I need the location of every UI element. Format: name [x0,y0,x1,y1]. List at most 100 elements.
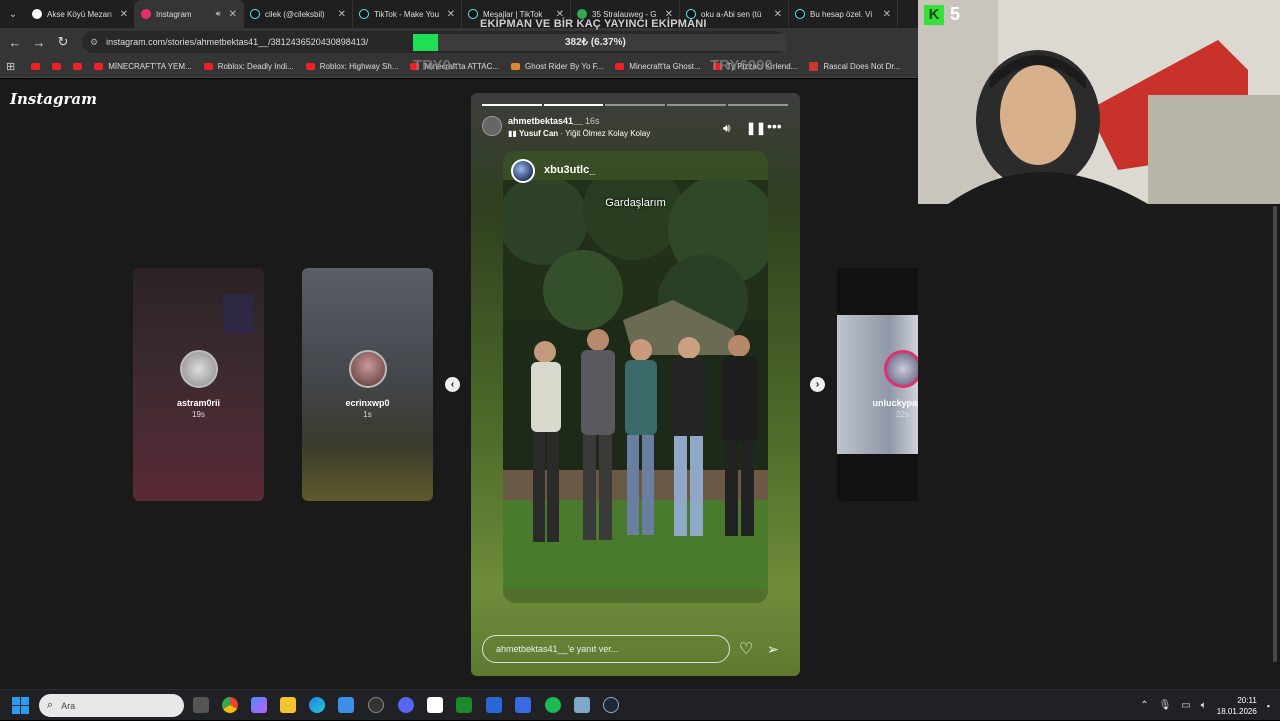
app-icon[interactable] [486,697,502,713]
bookmark-2[interactable] [67,63,88,70]
goal-max-label: TRY6000 [710,57,773,74]
clock[interactable]: 20:11 18.01.2026 [1217,695,1257,717]
bookmark-7[interactable]: Ghost Rider By Yo F... [505,62,609,71]
tab-close-icon[interactable]: ✕ [338,9,346,20]
bookmarks-container: MİNECRAFT'TA YEM... Roblox: Deadly Indi..… [25,62,906,71]
tab-close-icon[interactable]: ✕ [447,9,455,20]
tray-overflow-icon[interactable]: ⌃ [1140,700,1148,711]
pause-icon[interactable]: ❚❚ [746,121,766,135]
tab-label: Bu hesap özel. Vi [810,9,873,19]
copilot-icon[interactable] [251,697,267,713]
more-options-icon[interactable]: ••• [767,118,782,134]
bookmark-3[interactable]: MİNECRAFT'TA YEM... [88,62,197,71]
notifications-icon[interactable]: ▪ [1267,701,1270,711]
obs-icon[interactable] [368,697,384,713]
site-info-icon[interactable]: ⚙ [90,37,98,48]
youtube-icon [31,63,41,70]
story-preview-left-2[interactable]: ecrinxwp0 1s [302,268,433,501]
post-caption: Gardaşlarım [605,197,666,209]
tab-3[interactable]: TikTok - Make You ✕ [353,0,462,28]
bookmark-5[interactable]: Roblox: Highway Sh... [300,62,405,71]
search-icon: ⌕ [47,699,54,711]
tab-close-icon[interactable]: ✕ [120,9,128,20]
bookmark-label: Roblox: Highway Sh... [319,62,399,71]
music-artist: Yusuf Can [519,129,559,138]
story-time: 16s [585,116,600,126]
bookmark-label: Rascal Does Not Dr... [823,62,901,71]
volume-icon[interactable]: 🔊︎ [723,121,731,136]
bookmark-8[interactable]: Minecraft'ta Ghost... [609,62,706,71]
store-icon[interactable] [338,697,354,713]
apps-grid-icon[interactable]: ⊞ [6,60,15,73]
youtube-icon [203,63,213,70]
next-story-button[interactable]: › [810,377,825,392]
tabs-container: Akse Köyü Mezarı ✕ Instagram 🔊︎ ✕ cilek (@cil… [26,0,898,28]
steam-icon[interactable] [603,697,619,713]
instagram-icon [141,9,151,19]
story-owner-username[interactable]: ahmetbektas41__ [508,116,583,126]
bookmark-4[interactable]: Roblox: Deadly Indi... [198,62,300,71]
tab-search-menu-icon[interactable]: ⌄ [0,0,26,28]
tab-0[interactable]: Akse Köyü Mezarı ✕ [26,0,135,28]
viewer-count-badge: K 5 [924,4,960,25]
reload-icon[interactable]: ↻ [51,28,75,56]
google-icon [32,9,42,19]
bookmarks-bar: ⊞ MİNECRAFT'TA YEM... Roblox: Deadly Indi… [0,56,918,78]
tab-label: cilek (@cileksbil) [265,9,325,19]
avatar [180,350,218,388]
current-story[interactable]: ahmetbektas41__ 16s ▮▮ Yusuf Can · Yiğit… [471,93,800,676]
file-explorer-icon[interactable] [280,697,296,713]
tab-close-icon[interactable]: ✕ [883,9,891,20]
bookmark-0[interactable] [25,63,46,70]
bookmark-1[interactable] [46,63,67,70]
capcut-icon[interactable] [427,697,443,713]
spotify-icon[interactable] [545,697,561,713]
back-icon[interactable]: ← [3,28,27,56]
youtube-icon [73,63,83,70]
task-view-icon[interactable] [193,697,209,713]
taskbar-search-box[interactable]: ⌕ Ara [39,694,184,717]
bookmark-label: Roblox: Deadly Indi... [217,62,294,71]
tab-7[interactable]: Bu hesap özel. Vi ✕ [789,0,898,28]
goal-min-label: TRY0 [413,57,451,74]
forward-icon[interactable]: → [27,28,51,56]
like-heart-icon[interactable]: ♡ [739,639,753,659]
discord-icon[interactable] [398,697,414,713]
vpn-icon[interactable] [515,697,531,713]
tab-close-icon[interactable]: ✕ [229,9,237,20]
post-author-avatar[interactable] [511,159,535,183]
previous-story-button[interactable]: ‹ [445,377,460,392]
windows-start-icon[interactable] [12,697,29,714]
xbox-icon[interactable] [456,697,472,713]
story-segment [543,104,604,106]
chrome-icon[interactable] [222,697,238,713]
story-username: astram0rii [176,398,221,408]
youtube-icon [94,63,104,70]
avatar [349,350,387,388]
story-preview-left-1[interactable]: astram0rii 19s [133,268,264,501]
story-time: 19s [192,410,205,419]
kick-logo-icon: K [924,4,944,25]
tab-close-icon[interactable]: ✕ [774,9,782,20]
scrollbar-thumb[interactable] [1273,206,1277,662]
story-owner-avatar[interactable] [482,116,502,136]
post-author-username[interactable]: xbu3utlc_ [544,164,595,176]
browser-tab-strip: ⌄ Akse Köyü Mezarı ✕ Instagram 🔊︎ ✕ cilek (@c… [0,0,918,28]
tab-2[interactable]: cilek (@cileksbil) ✕ [244,0,353,28]
network-icon[interactable]: ▭ [1181,700,1190,711]
instagram-logo[interactable]: Instagram [10,90,97,108]
volume-tray-icon[interactable]: 🔈︎ [1201,700,1207,711]
tab-1[interactable]: Instagram 🔊︎ ✕ [135,0,244,28]
youtube-icon [305,63,315,70]
bookmark-label: MİNECRAFT'TA YEM... [108,62,192,71]
send-share-icon[interactable]: ➢ [767,641,779,658]
story-music[interactable]: ▮▮ Yusuf Can · Yiğit Ölmez Kolay Kolay [508,129,650,138]
page-background-right [918,204,1280,689]
shared-post-card[interactable]: xbu3utlc_ Gardaşlarım [503,151,768,603]
reply-input[interactable]: ahmetbektas41__'e yanıt ver... [482,635,730,663]
roblox-icon[interactable] [574,697,590,713]
edge-icon[interactable] [309,697,325,713]
tab-audio-icon[interactable]: 🔊︎ [216,9,221,19]
bookmark-10[interactable]: Rascal Does Not Dr... [803,62,906,71]
microphone-icon[interactable]: 🎙︎ [1159,700,1172,711]
